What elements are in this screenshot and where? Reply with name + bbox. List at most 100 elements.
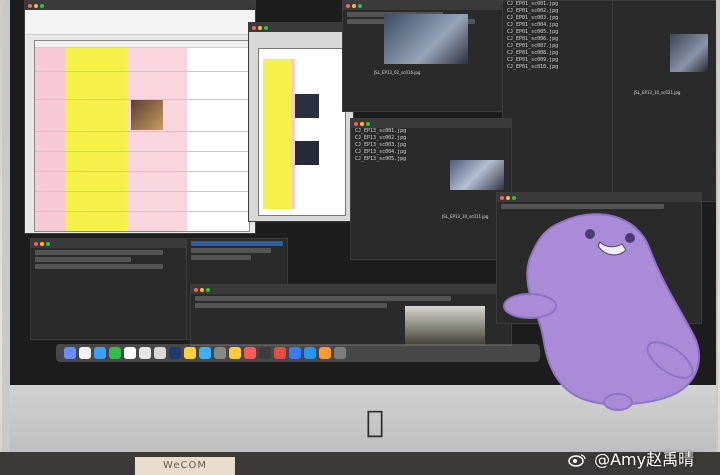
list-item[interactable] — [191, 255, 251, 260]
zoom-icon[interactable] — [358, 3, 362, 8]
window-titlebar[interactable] — [497, 193, 701, 202]
list-item[interactable]: CJ_EP01_sc010.jpg — [503, 64, 613, 71]
app-icon[interactable] — [229, 347, 241, 359]
close-icon[interactable] — [34, 241, 38, 246]
toolbar[interactable] — [25, 10, 255, 35]
column-reference — [127, 48, 187, 231]
spreadsheet-grid[interactable] — [34, 40, 250, 232]
preview-filename: JSL_EP13_02_sc016.jpg — [374, 70, 421, 75]
apple-logo-icon:  — [360, 406, 390, 440]
blob-eye-right — [625, 233, 635, 243]
list-item[interactable]: CJ_EP01_sc004.jpg — [503, 22, 613, 29]
launchpad-icon[interactable] — [79, 347, 91, 359]
list-item[interactable] — [195, 303, 387, 308]
app-icon[interactable] — [259, 347, 271, 359]
grid-line — [35, 171, 249, 172]
preview-image — [405, 306, 485, 346]
list-item[interactable] — [35, 257, 131, 262]
list-item[interactable]: CJ_EP13_sc001.jpg — [351, 128, 511, 135]
window-titlebar[interactable] — [249, 23, 353, 32]
list-item[interactable] — [195, 296, 451, 301]
app-icon[interactable] — [319, 347, 331, 359]
list-item[interactable]: CJ_EP01_sc006.jpg — [503, 36, 613, 43]
list-item[interactable]: CJ_EP01_sc003.jpg — [503, 15, 613, 22]
column-description — [65, 48, 127, 231]
zoom-icon[interactable] — [512, 195, 516, 200]
reference-thumbnail — [131, 100, 163, 130]
finder-info-panel[interactable] — [612, 0, 716, 202]
finder-window-bottom-left[interactable] — [30, 238, 192, 340]
close-icon[interactable] — [500, 195, 504, 200]
minimize-icon[interactable] — [258, 25, 262, 30]
close-icon[interactable] — [194, 287, 198, 292]
photos-icon[interactable] — [124, 347, 136, 359]
list-item-selected[interactable] — [191, 241, 283, 246]
minimize-icon[interactable] — [352, 3, 356, 8]
list-item[interactable]: CJ_EP01_sc008.jpg — [503, 50, 613, 57]
zoom-icon[interactable] — [40, 3, 44, 8]
photo: JSL_EP13_02_sc016.jpg CJ_EP01_sc001.jpg … — [0, 0, 720, 475]
preview-image — [450, 160, 504, 190]
window-titlebar[interactable] — [351, 119, 511, 128]
list-item[interactable] — [501, 204, 665, 209]
list-item[interactable]: CJ_EP01_sc002.jpg — [503, 8, 613, 15]
window-titlebar[interactable] — [31, 239, 191, 248]
finder-icon[interactable] — [64, 347, 76, 359]
spreadsheet-grid-2[interactable] — [258, 48, 346, 216]
dock[interactable] — [56, 344, 540, 362]
preview-filename: JSL_EP13_10_sc011.jpg — [442, 214, 489, 219]
close-icon[interactable] — [28, 3, 32, 8]
blob-foot — [603, 393, 633, 411]
list-item[interactable] — [35, 250, 163, 255]
reference-thumbnail — [295, 94, 319, 118]
grid-line — [35, 71, 249, 72]
list-item[interactable]: CJ_EP13_sc002.jpg — [351, 135, 511, 142]
list-item[interactable]: CJ_EP13_sc004.jpg — [351, 149, 511, 156]
list-item[interactable]: CJ_EP01_sc009.jpg — [503, 57, 613, 64]
photoshop-icon[interactable] — [169, 347, 181, 359]
minimize-icon[interactable] — [200, 287, 204, 292]
list-item[interactable]: CJ_EP01_sc005.jpg — [503, 29, 613, 36]
list-item[interactable]: CJ_EP01_sc007.jpg — [503, 43, 613, 50]
messages-icon[interactable] — [109, 347, 121, 359]
watermark-text: @Amy赵禹晴 — [594, 450, 695, 469]
watermark: @Amy赵禹晴 — [568, 446, 694, 470]
list-item[interactable]: CJ_EP01_sc001.jpg — [503, 1, 613, 8]
settings-icon[interactable] — [214, 347, 226, 359]
appstore-icon[interactable] — [199, 347, 211, 359]
close-icon[interactable] — [354, 121, 358, 126]
zoom-icon[interactable] — [206, 287, 210, 292]
grid-line — [35, 211, 249, 212]
column-description — [263, 59, 291, 209]
calendar-icon[interactable] — [139, 347, 151, 359]
app-icon[interactable] — [289, 347, 301, 359]
list-item[interactable] — [191, 248, 271, 253]
netease-music-icon[interactable] — [274, 347, 286, 359]
weibo-icon — [568, 454, 586, 467]
app-icon[interactable] — [304, 347, 316, 359]
notes-icon[interactable] — [154, 347, 166, 359]
purple-blob-sticker — [503, 213, 701, 411]
window-titlebar[interactable] — [25, 1, 255, 10]
app-icon[interactable] — [184, 347, 196, 359]
minimize-icon[interactable] — [506, 195, 510, 200]
list-item[interactable] — [35, 264, 163, 269]
minimize-icon[interactable] — [360, 121, 364, 126]
trash-icon[interactable] — [334, 347, 346, 359]
blob-arm-left — [503, 293, 557, 319]
safari-icon[interactable] — [94, 347, 106, 359]
wecom-box: WeCOM — [135, 457, 235, 475]
list-item[interactable]: CJ_EP13_sc003.jpg — [351, 142, 511, 149]
minimize-icon[interactable] — [40, 241, 44, 246]
zoom-icon[interactable] — [46, 241, 50, 246]
close-icon[interactable] — [346, 3, 350, 8]
zoom-icon[interactable] — [366, 121, 370, 126]
finder-list-column[interactable]: CJ_EP01_sc001.jpg CJ_EP01_sc002.jpg CJ_E… — [502, 0, 614, 202]
window-titlebar[interactable] — [191, 285, 511, 294]
window-titlebar[interactable] — [343, 1, 503, 10]
minimize-icon[interactable] — [34, 3, 38, 8]
zoom-icon[interactable] — [264, 25, 268, 30]
app-icon[interactable] — [244, 347, 256, 359]
close-icon[interactable] — [252, 25, 256, 30]
preview-image — [670, 34, 708, 72]
